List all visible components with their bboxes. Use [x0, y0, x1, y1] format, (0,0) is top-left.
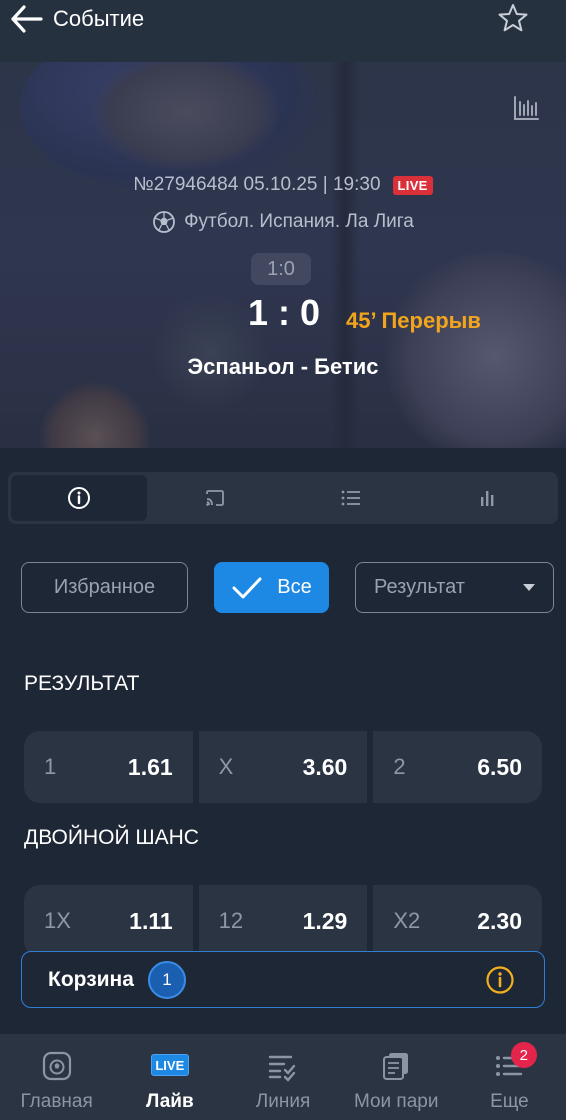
odd-value: 6.50: [477, 753, 523, 780]
event-meta: №27946484 05.10.25 | 19:30 LIVE: [0, 174, 566, 196]
outcome-label: 2: [393, 754, 406, 779]
nav-label: Мои пари: [353, 1091, 439, 1112]
checklist-icon: [268, 1055, 296, 1082]
tab-broadcast[interactable]: [147, 475, 283, 521]
event-tabs: [8, 472, 558, 524]
tab-markets-list[interactable]: [283, 475, 419, 521]
nav-item-home[interactable]: Главная: [0, 1034, 113, 1120]
bet-cart-bar[interactable]: Корзина 1: [21, 951, 545, 1008]
info-circle-icon: [68, 487, 90, 509]
nav-item-my-bets[interactable]: Мои пари: [340, 1034, 453, 1120]
outcome-label: X2: [393, 908, 421, 933]
soccer-ball-icon: [153, 211, 176, 233]
favorite-star-icon[interactable]: [497, 3, 529, 33]
statistics-icon[interactable]: [512, 94, 540, 122]
live-icon: LIVE: [150, 1054, 189, 1076]
current-score: 1 : 0: [247, 292, 321, 333]
tab-info[interactable]: [11, 475, 147, 521]
info-icon[interactable]: [485, 965, 515, 995]
checkmark-icon: [232, 577, 262, 598]
bottom-navigation: Главная LIVE Лайв Линия Мои пари Еще 2: [0, 1034, 566, 1120]
nav-label: Еще: [490, 1091, 529, 1112]
favorites-filter-label: Избранное: [53, 576, 156, 598]
outcome-label: X: [218, 754, 234, 779]
notification-count-badge: 2: [510, 1042, 537, 1068]
list-icon: [341, 490, 360, 506]
all-filter-button[interactable]: Все: [214, 562, 329, 613]
league-info: Футбол. Испания. Ла Лига: [0, 210, 566, 240]
bar-chart-icon: [481, 491, 494, 506]
back-arrow-icon[interactable]: [10, 4, 44, 34]
match-period: 45’ Перерыв: [346, 308, 481, 333]
cast-icon: [206, 490, 224, 506]
odd-value: 3.60: [302, 753, 348, 780]
nav-label: Главная: [20, 1091, 93, 1112]
odd-button-12[interactable]: 12 1.29: [198, 885, 368, 957]
half-score: 1:0: [251, 253, 311, 285]
market-type-selected: Результат: [374, 576, 465, 598]
market-title-double-chance: ДВОЙНОЙ ШАНС: [24, 826, 199, 849]
odd-button-x[interactable]: X 3.60: [198, 731, 368, 803]
market-type-dropdown[interactable]: Результат: [355, 562, 554, 613]
event-id-date: №27946484 05.10.25 | 19:30: [133, 174, 381, 195]
odd-button-1[interactable]: 1 1.61: [24, 731, 193, 803]
market-result-odds: 1 1.61 X 3.60 2 6.50: [24, 731, 543, 803]
odd-value: 1.11: [129, 907, 173, 934]
odd-button-2[interactable]: 2 6.50: [373, 731, 543, 803]
all-filter-label: Все: [277, 576, 312, 598]
cart-label: Корзина: [48, 967, 134, 991]
teams-title: Эспаньол - Бетис: [187, 354, 379, 379]
bet-slips-icon: [383, 1053, 409, 1080]
favorites-filter-button[interactable]: Избранное: [21, 562, 188, 613]
outcome-label: 1X: [44, 908, 71, 933]
cart-count-badge: 1: [147, 960, 186, 999]
odd-value: 1.61: [127, 753, 173, 780]
event-hero: №27946484 05.10.25 | 19:30 LIVE Футбол. …: [0, 62, 566, 448]
nav-item-live[interactable]: LIVE Лайв: [113, 1034, 226, 1120]
chevron-down-icon: [523, 583, 535, 591]
outcome-label: 1: [44, 754, 57, 779]
outcome-label: 12: [218, 908, 244, 933]
odd-button-1x[interactable]: 1X 1.11: [24, 885, 193, 957]
app-header: Событие: [0, 0, 566, 62]
odd-value: 2.30: [477, 907, 523, 934]
market-title-result: РЕЗУЛЬТАТ: [24, 672, 140, 695]
nav-item-more[interactable]: Еще 2: [453, 1034, 566, 1120]
nav-label: Линия: [255, 1091, 311, 1112]
league-name: Футбол. Испания. Ла Лига: [184, 211, 414, 232]
page-title: Событие: [53, 6, 145, 31]
tab-statistics[interactable]: [419, 475, 555, 521]
nav-item-line[interactable]: Линия: [226, 1034, 339, 1120]
odd-value: 1.29: [302, 907, 348, 934]
odd-button-x2[interactable]: X2 2.30: [373, 885, 543, 957]
live-badge: LIVE: [392, 175, 433, 195]
home-ball-icon: [42, 1051, 71, 1081]
market-double-chance-odds: 1X 1.11 12 1.29 X2 2.30: [24, 885, 543, 957]
nav-label: Лайв: [145, 1091, 194, 1112]
